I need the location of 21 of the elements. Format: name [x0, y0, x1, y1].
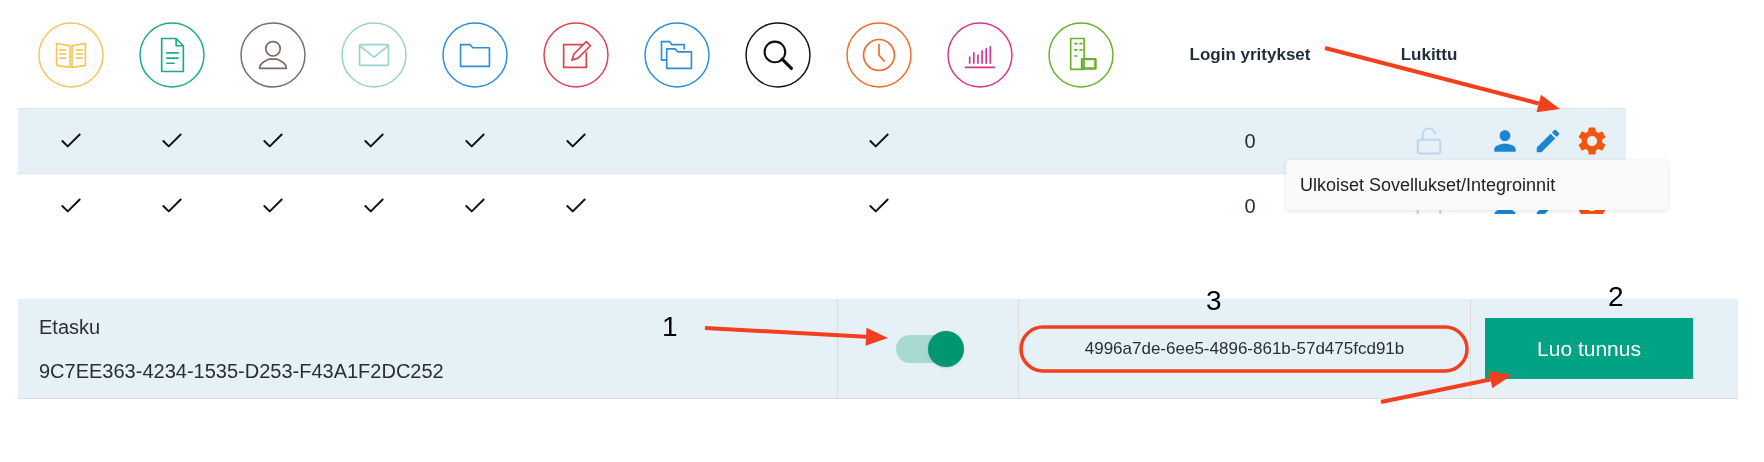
create-key-button[interactable]: Luo tunnus	[1485, 318, 1693, 379]
document-icon[interactable]	[138, 22, 205, 88]
chart-icon[interactable]	[946, 22, 1013, 88]
search-icon[interactable]	[744, 22, 811, 88]
folders-icon[interactable]	[643, 22, 710, 88]
folder-icon[interactable]	[441, 22, 508, 88]
login-count: 0	[1244, 194, 1256, 214]
column-header: Lukittu	[1400, 44, 1458, 67]
tooltip: Ulkoiset Sovellukset/Integroinnit	[1286, 160, 1668, 210]
annotation-label: 1	[662, 310, 678, 344]
annotation-label: 3	[1206, 284, 1222, 318]
login-count: 0	[1244, 129, 1256, 154]
app-name: Etasku	[39, 314, 101, 340]
app-id: 9C7EE363-4234-1535-D253-F43A1F2DC252	[39, 358, 444, 384]
annotation-label: 2	[1608, 280, 1624, 314]
clock-icon[interactable]	[845, 22, 912, 88]
api-key: 4996a7de-6ee5-4896-861b-57d475fcd91b	[1084, 335, 1405, 362]
column-header: Login yritykset	[1189, 44, 1311, 67]
building-icon[interactable]	[1047, 22, 1114, 88]
edit-icon[interactable]	[542, 22, 609, 88]
person-icon[interactable]	[239, 22, 306, 88]
